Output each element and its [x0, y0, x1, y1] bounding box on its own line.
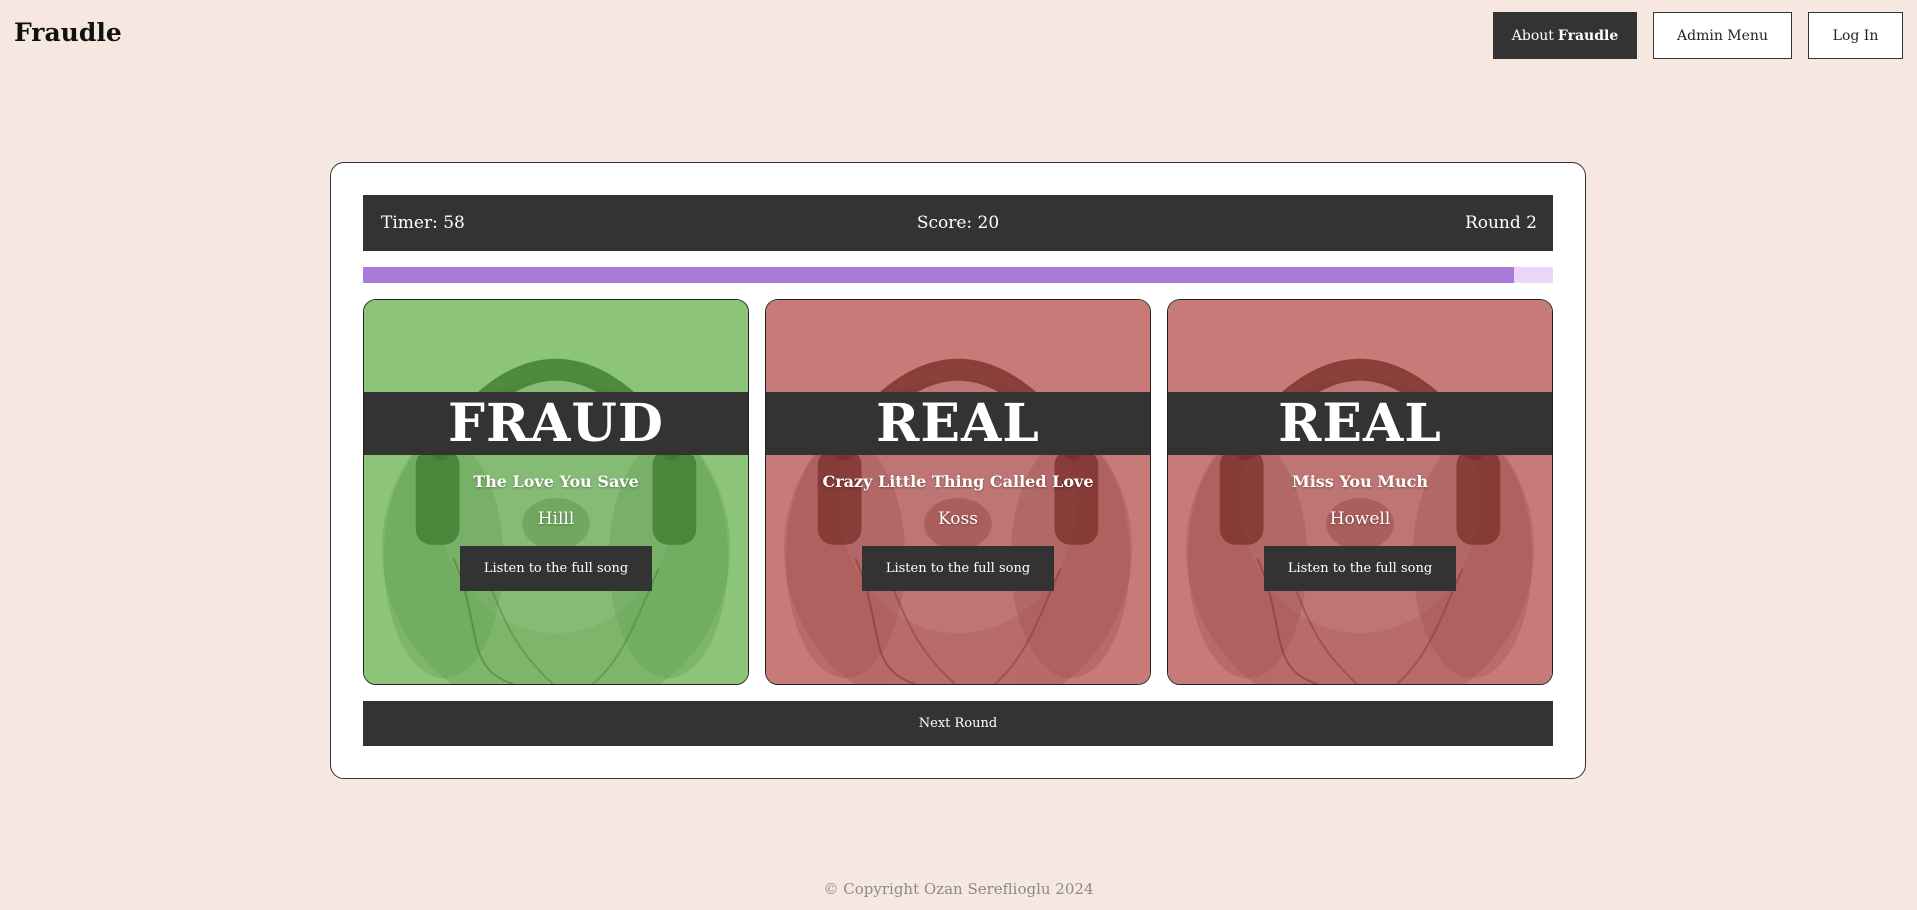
next-round-button[interactable]: Next Round: [363, 701, 1553, 746]
song-card: REAL Miss You Much Howell Listen to the …: [1167, 299, 1553, 685]
dog-with-headphones-icon: [766, 300, 1150, 684]
song-card: REAL Crazy Little Thing Called Love Koss…: [765, 299, 1151, 685]
game-panel: Timer: 58 Score: 20 Round 2 FRAUD The Lo…: [330, 162, 1586, 779]
about-brand: Fraudle: [1557, 27, 1619, 44]
listen-full-song-button[interactable]: Listen to the full song: [1264, 546, 1456, 591]
verdict-label: FRAUD: [448, 393, 664, 454]
about-button[interactable]: About Fraudle: [1493, 12, 1637, 59]
listen-full-song-button[interactable]: Listen to the full song: [460, 546, 652, 591]
song-artist: Hilll: [537, 509, 575, 529]
timer-progress-fill: [363, 267, 1514, 283]
song-cards: FRAUD The Love You Save Hilll Listen to …: [363, 299, 1553, 685]
dog-with-headphones-icon: [1168, 300, 1552, 684]
verdict-band: REAL: [1168, 392, 1552, 455]
song-title: The Love You Save: [473, 472, 639, 491]
top-nav: About Fraudle Admin Menu Log In: [1493, 12, 1903, 59]
timer-progress-bar: [363, 267, 1553, 283]
song-title: Miss You Much: [1292, 472, 1428, 491]
round-display: Round 2: [1464, 213, 1537, 233]
song-artist: Koss: [938, 509, 978, 529]
song-artist: Howell: [1329, 509, 1391, 529]
verdict-band: FRAUD: [364, 392, 748, 455]
song-card: FRAUD The Love You Save Hilll Listen to …: [363, 299, 749, 685]
score-display: Score: 20: [916, 213, 1000, 233]
about-label: About: [1511, 27, 1554, 44]
footer-copyright: © Copyright Ozan Sereflioglu 2024: [823, 880, 1094, 898]
status-bar: Timer: 58 Score: 20 Round 2: [363, 195, 1553, 251]
verdict-label: REAL: [1278, 393, 1442, 454]
login-button[interactable]: Log In: [1808, 12, 1903, 59]
dog-with-headphones-icon: [364, 300, 748, 684]
verdict-band: REAL: [766, 392, 1150, 455]
admin-menu-button[interactable]: Admin Menu: [1653, 12, 1792, 59]
verdict-label: REAL: [876, 393, 1040, 454]
brand-logo[interactable]: Fraudle: [14, 18, 122, 47]
listen-full-song-button[interactable]: Listen to the full song: [862, 546, 1054, 591]
song-title: Crazy Little Thing Called Love: [822, 472, 1094, 491]
